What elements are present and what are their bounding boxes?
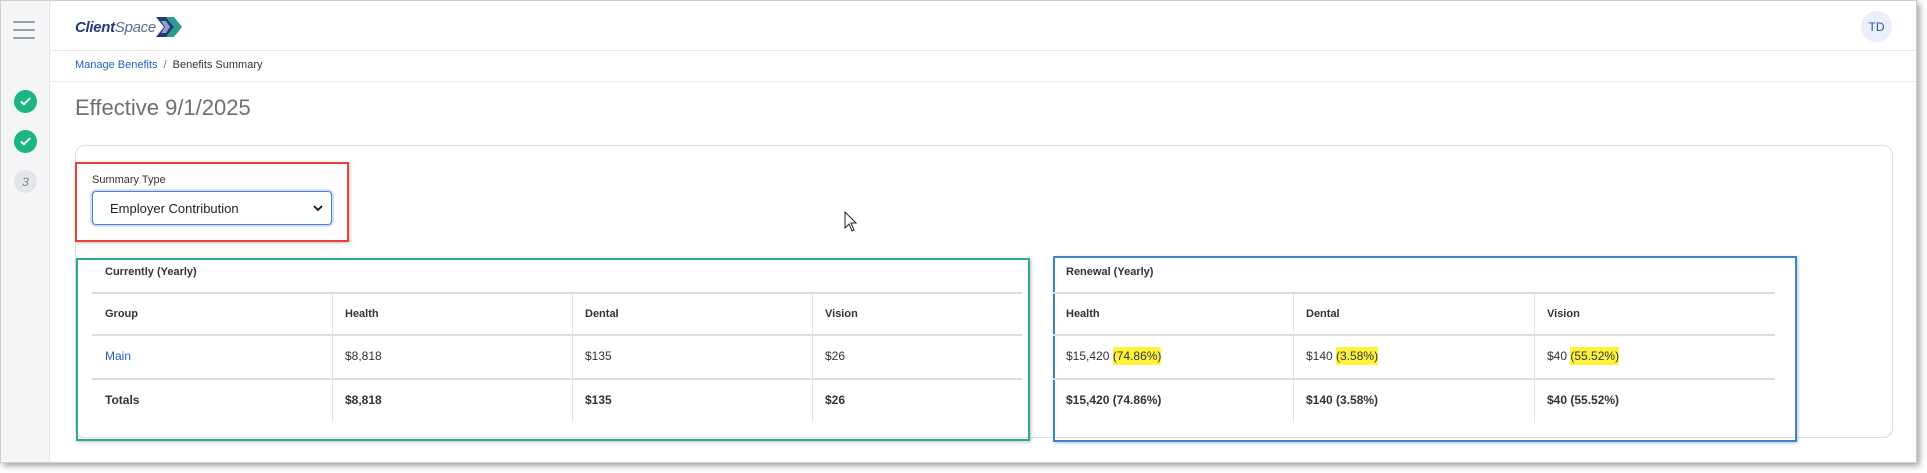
logo-text-light: Space	[114, 18, 156, 36]
col-header-group: Group	[105, 308, 138, 320]
logo-chevrons-icon	[155, 17, 182, 37]
col-header-dental: Dental	[1306, 308, 1340, 320]
col-header-health: Health	[345, 308, 379, 320]
chevron-down-icon	[313, 205, 323, 212]
col-header-vision: Vision	[1547, 308, 1580, 320]
summary-type-selected-value: Employer Contribution	[110, 200, 239, 216]
renewal-vision-amount: $40	[1547, 349, 1568, 363]
page-title: Effective 9/1/2025	[75, 95, 251, 120]
left-rail: 3	[1, 1, 50, 462]
breadcrumb-current: Benefits Summary	[172, 59, 263, 71]
renewal-totals-dental: $140 (3.58%)	[1306, 393, 1379, 407]
renewal-cell-health: $15,420 (74.86%)	[1053, 336, 1162, 376]
totals-dental: $135	[585, 393, 612, 407]
step-1-check-icon[interactable]	[14, 90, 37, 113]
totals-vision: $26	[825, 393, 846, 407]
summary-type-label: Summary Type	[92, 174, 166, 186]
renewal-health-amount: $15,420	[1066, 349, 1110, 363]
breadcrumb-manage-benefits-link[interactable]: Manage Benefits	[75, 59, 158, 71]
current-yearly-table: Currently (Yearly) Group Health Dental V…	[92, 264, 1022, 424]
group-main-link[interactable]: Main	[105, 349, 131, 363]
app-window: 3 ClientSpace TD Manage Benefits / Benef…	[0, 0, 1917, 463]
divider	[50, 81, 1916, 82]
renewal-yearly-table: Renewal (Yearly) Health Dental Vision $1…	[1053, 264, 1775, 424]
renewal-dental-amount: $140	[1306, 349, 1333, 363]
col-header-dental: Dental	[585, 308, 619, 320]
renewal-cell-dental: $140 (3.58%)	[1293, 336, 1379, 376]
renewal-cell-vision: $40 (55.52%)	[1534, 336, 1620, 376]
table-cell-health: $8,818	[345, 349, 382, 363]
renewal-totals-health: $15,420 (74.86%)	[1066, 393, 1162, 407]
renewal-health-percent: (74.86%)	[1112, 347, 1162, 365]
clientspace-logo[interactable]: ClientSpace	[75, 15, 184, 39]
breadcrumb: Manage Benefits / Benefits Summary	[75, 59, 263, 71]
summary-type-select[interactable]: Employer Contribution	[92, 191, 332, 225]
totals-label: Totals	[105, 393, 140, 407]
renewal-vision-percent: (55.52%)	[1570, 347, 1620, 365]
step-3[interactable]: 3	[14, 170, 37, 193]
table-row-group[interactable]: Main	[92, 336, 131, 376]
breadcrumb-separator: /	[163, 59, 167, 71]
user-avatar[interactable]: TD	[1861, 11, 1892, 42]
col-header-vision: Vision	[825, 308, 858, 320]
renewal-dental-percent: (3.58%)	[1336, 347, 1379, 365]
step-2-check-icon[interactable]	[14, 130, 37, 153]
renewal-totals-vision: $40 (55.52%)	[1547, 393, 1620, 407]
totals-health: $8,818	[345, 393, 382, 407]
hamburger-menu-icon[interactable]	[13, 21, 35, 39]
mouse-cursor-icon	[844, 211, 858, 232]
top-header: ClientSpace TD	[50, 1, 1916, 51]
col-header-health: Health	[1066, 308, 1100, 320]
table-cell-dental: $135	[585, 349, 612, 363]
logo-text-bold: Client	[75, 18, 115, 36]
table-cell-vision: $26	[825, 349, 846, 363]
